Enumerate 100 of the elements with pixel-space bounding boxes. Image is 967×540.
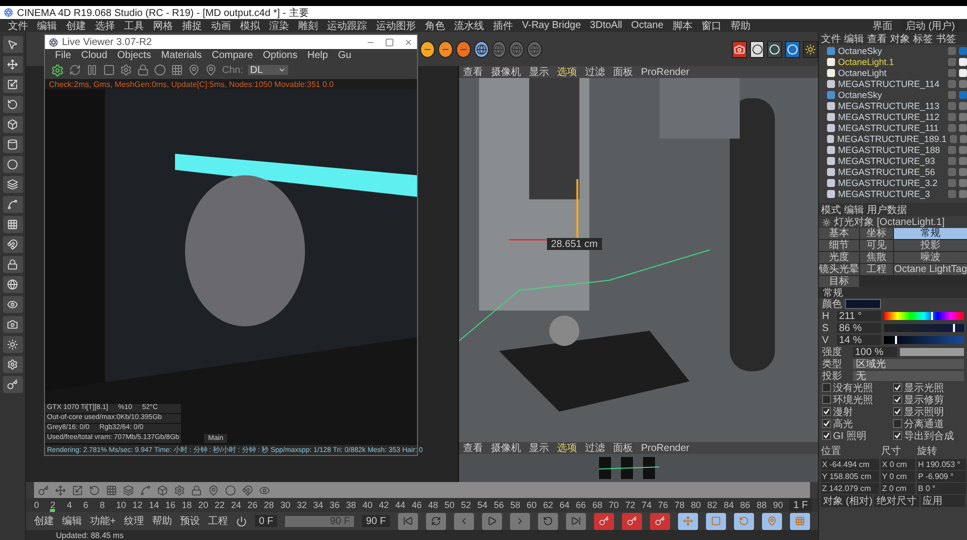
viewport-menu-item[interactable]: 查看 <box>463 441 483 455</box>
pause-icon[interactable] <box>86 64 98 76</box>
lock-tool[interactable] <box>2 256 22 273</box>
attribute-tab[interactable]: 基本 <box>819 228 859 239</box>
record-button[interactable] <box>594 512 614 530</box>
pin-icon[interactable] <box>188 64 200 76</box>
menu-item[interactable]: 模拟 <box>240 18 260 32</box>
menu-item[interactable]: 编辑 <box>844 202 864 216</box>
coordinate-field[interactable]: Y 0 cm <box>881 471 915 482</box>
globe-tool[interactable] <box>474 40 488 58</box>
menu-item[interactable]: 选择 <box>95 18 115 32</box>
menu-item[interactable]: V-Ray Bridge <box>522 20 581 31</box>
menu-item[interactable]: Cloud <box>81 50 108 60</box>
tool-icon[interactable] <box>72 484 83 496</box>
menu-item[interactable]: 运动跟踪 <box>327 18 367 32</box>
sphere-tool[interactable] <box>438 40 453 58</box>
color-swatch[interactable] <box>845 299 881 309</box>
grid-tool[interactable] <box>2 216 22 233</box>
viewport-menu-item[interactable]: 显示 <box>529 65 549 79</box>
camera-tool[interactable] <box>2 316 22 333</box>
menu-item[interactable]: Compare <box>212 50 253 60</box>
checkbox[interactable] <box>822 383 831 392</box>
circle-icon[interactable] <box>154 64 166 76</box>
close-icon[interactable] <box>404 38 413 46</box>
attribute-tab[interactable]: 焦散 <box>860 252 894 263</box>
magnet-tool[interactable] <box>2 236 22 253</box>
menu-item[interactable]: Objects <box>117 50 152 60</box>
menu-item[interactable]: 流水线 <box>454 18 484 32</box>
eye-tool[interactable] <box>2 296 22 313</box>
attribute-tab[interactable]: 光度 <box>819 252 859 263</box>
object-row[interactable]: MEGASTRUCTURE_3 <box>819 188 967 199</box>
menu-item[interactable]: 编辑 <box>37 18 57 32</box>
skip-back-button[interactable] <box>398 512 418 530</box>
menu-item[interactable]: 查看 <box>867 32 887 46</box>
menu-item[interactable]: Octane <box>631 20 664 31</box>
coordinate-field[interactable]: Z 0 cm <box>881 483 915 494</box>
menu-item[interactable]: Gu <box>338 50 352 60</box>
globe-tool[interactable] <box>2 276 22 293</box>
menu-item[interactable]: 运动图形 <box>376 18 416 32</box>
sphere-tool[interactable] <box>420 40 435 58</box>
loop-button[interactable] <box>426 512 446 530</box>
viewport-menu-item[interactable]: 过滤 <box>585 65 605 79</box>
viewport-menu-item[interactable]: 摄像机 <box>491 65 521 79</box>
checkbox[interactable] <box>893 431 902 440</box>
menu-item[interactable]: 编辑 <box>62 514 82 528</box>
coordinate-field[interactable]: Y 158.805 cm <box>821 471 879 482</box>
tool-icon[interactable] <box>191 484 202 496</box>
sphere-tool[interactable] <box>2 156 22 173</box>
attribute-tab[interactable]: 目标 <box>819 276 859 287</box>
menu-item[interactable]: 网格 <box>153 18 173 32</box>
checkbox[interactable] <box>893 419 902 428</box>
checkbox[interactable] <box>893 407 902 416</box>
menu-item[interactable]: Options <box>262 50 298 60</box>
timeline-ruler[interactable]: 0 2 4 6 8 10 12 14 16 18 20 22 24 26 28 30 32 34 36 38 40 42 44 46 48 50 52 54 56 58 60 62 64 66 68 70 72 74 76 78 80 82 84 86 88 90 1 F <box>26 498 818 512</box>
object-row[interactable]: MEGASTRUCTURE_112 <box>819 111 967 122</box>
cube-tool[interactable] <box>2 116 22 133</box>
dropdown-field[interactable]: 对象 (相对) <box>821 495 872 507</box>
attribute-tab[interactable]: Octane LightTag <box>894 264 967 275</box>
menu-item[interactable]: 捕捉 <box>182 18 202 32</box>
menu-item[interactable]: 预设 <box>180 514 200 528</box>
key-filter-button[interactable] <box>706 512 726 530</box>
menu-item[interactable]: 创建 <box>66 18 86 32</box>
channel-select[interactable]: DL <box>248 65 288 75</box>
menu-item[interactable]: 创建 <box>34 514 54 528</box>
object-row[interactable]: OctaneLight.1 <box>819 56 967 67</box>
play-button[interactable] <box>482 512 502 530</box>
key-filter-button[interactable] <box>762 512 782 530</box>
dropdown-field[interactable]: 无 <box>853 371 964 381</box>
menu-item[interactable]: 动画 <box>211 18 231 32</box>
menu-item[interactable]: 书签 <box>936 32 956 46</box>
coordinate-field[interactable]: X 0 cm <box>881 459 915 470</box>
attribute-tab[interactable]: 工程 <box>860 264 894 275</box>
object-row[interactable]: OctaneLight <box>819 67 967 78</box>
tool-icon[interactable] <box>55 484 66 496</box>
menu-item[interactable]: 雕刻 <box>298 18 318 32</box>
object-row[interactable]: OctaneSky <box>819 89 967 100</box>
tool-icon[interactable] <box>225 484 236 496</box>
viewport-menu-item[interactable]: ProRender <box>641 66 690 78</box>
move-tool[interactable] <box>2 56 22 73</box>
sun-tool[interactable] <box>803 40 818 58</box>
coordinate-field[interactable]: H 190.053 ° <box>917 459 966 470</box>
menu-item[interactable]: 角色 <box>425 18 445 32</box>
number-field[interactable]: 86 % <box>837 323 881 333</box>
slider-thumb[interactable] <box>952 324 955 332</box>
menu-item[interactable]: 标签 <box>913 32 933 46</box>
viewport-menu-item[interactable]: 摄像机 <box>491 441 521 455</box>
color-slider[interactable] <box>884 336 964 344</box>
menu-item[interactable]: 功能+ <box>90 514 116 528</box>
attribute-tab[interactable]: 可见 <box>860 240 894 251</box>
checkbox[interactable] <box>893 395 902 404</box>
menu-item[interactable]: 模式 <box>821 202 841 216</box>
rotate-tool[interactable] <box>2 96 22 113</box>
lock-icon[interactable] <box>137 64 149 76</box>
viewport-menu-item[interactable]: 显示 <box>529 441 549 455</box>
viewport-menu-item[interactable]: ProRender <box>641 442 690 454</box>
tool-icon[interactable] <box>106 484 117 496</box>
menu-item[interactable]: 3DtoAll <box>590 20 622 31</box>
object-row[interactable]: MEGASTRUCTURE_3.2 <box>819 177 967 188</box>
color-slider[interactable] <box>884 324 964 332</box>
attribute-tab[interactable]: 细节 <box>819 240 859 251</box>
